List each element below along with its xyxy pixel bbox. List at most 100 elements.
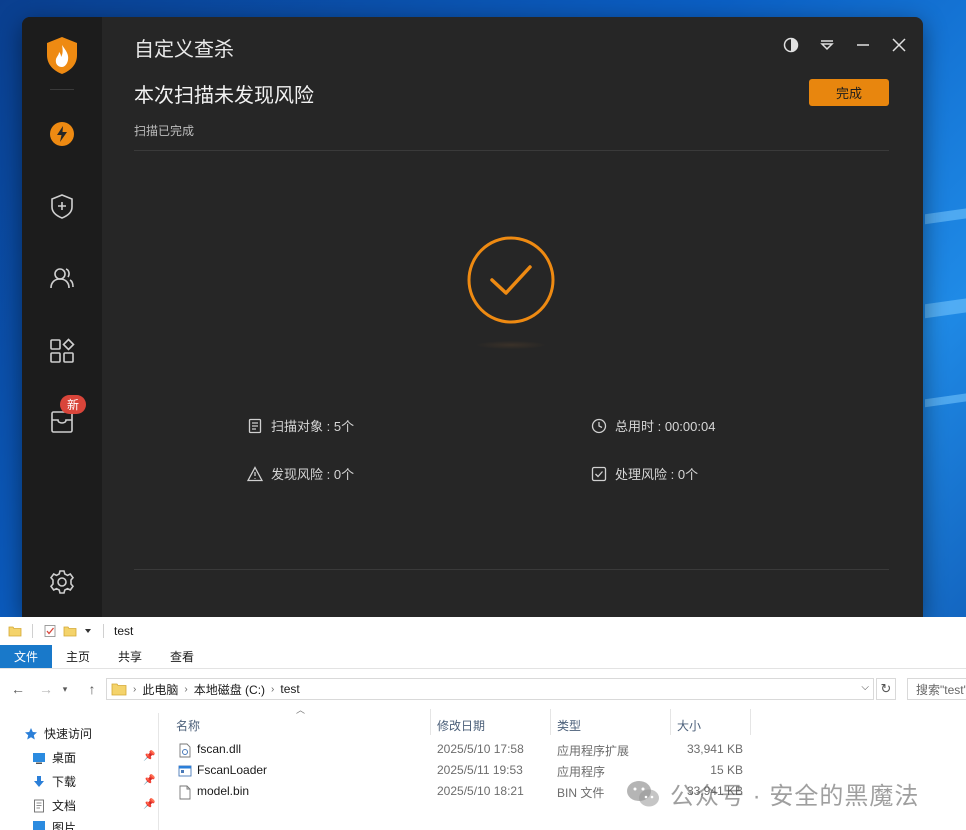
divider bbox=[134, 150, 889, 151]
clock-icon bbox=[591, 418, 607, 433]
tab-share[interactable]: 共享 bbox=[104, 645, 156, 668]
sidebar-item-accounts[interactable] bbox=[46, 262, 78, 294]
folder-icon bbox=[111, 683, 127, 696]
sort-caret-icon: ︿ bbox=[296, 705, 306, 715]
scan-status-text: 扫描已完成 bbox=[134, 124, 195, 138]
sidebar-item-protection[interactable] bbox=[46, 190, 78, 222]
desktop-icon bbox=[33, 752, 45, 764]
column-separator[interactable] bbox=[750, 709, 751, 735]
column-header-modified[interactable]: 修改日期 bbox=[437, 713, 485, 737]
file-row[interactable]: fscan.dll 2025/5/10 17:58 应用程序扩展 33,941 … bbox=[176, 740, 756, 761]
sidebar-divider bbox=[50, 89, 74, 90]
stat-scan-objects-text: 扫描对象 : 5个 bbox=[271, 419, 355, 434]
nav-label: 图片 bbox=[52, 821, 77, 830]
chevron-down-icon[interactable] bbox=[83, 624, 93, 638]
nav-documents[interactable]: 文档 bbox=[32, 797, 76, 814]
minimize-button[interactable] bbox=[853, 35, 873, 55]
picture-icon bbox=[33, 821, 45, 830]
file-modified: 2025/5/10 17:58 bbox=[437, 742, 524, 756]
success-check-icon bbox=[467, 236, 555, 324]
recent-locations-button[interactable]: ▾ bbox=[58, 677, 72, 701]
gear-icon bbox=[49, 570, 75, 594]
stat-risks-handled: 处理风险 : 0个 bbox=[591, 464, 698, 483]
nav-downloads[interactable]: 下载 bbox=[32, 773, 76, 790]
sidebar-item-tools[interactable] bbox=[46, 335, 78, 367]
breadcrumb-this-pc[interactable]: 此电脑 bbox=[142, 681, 178, 698]
nav-label: 桌面 bbox=[52, 751, 77, 765]
menu-icon bbox=[820, 40, 834, 51]
column-header-name[interactable]: 名称 bbox=[176, 713, 200, 737]
close-icon bbox=[892, 38, 906, 52]
sidebar-item-quick-scan[interactable] bbox=[46, 118, 78, 150]
dll-icon bbox=[179, 743, 191, 758]
column-separator[interactable] bbox=[550, 709, 551, 735]
stat-total-time-text: 总用时 : 00:00:04 bbox=[615, 419, 716, 434]
address-dropdown-icon[interactable]: ⌵ bbox=[861, 682, 869, 693]
column-separator[interactable] bbox=[430, 709, 431, 735]
file-type: BIN 文件 bbox=[557, 786, 605, 800]
nav-label: 文档 bbox=[52, 799, 77, 813]
lightning-icon bbox=[50, 122, 74, 146]
security-app-window: 新 自定义查杀 本次扫描未发现风险 扫描已完成 完成 扫描对象: 5个 总用时… bbox=[22, 17, 923, 617]
tab-home[interactable]: 主页 bbox=[52, 645, 104, 668]
column-header-type[interactable]: 类型 bbox=[557, 713, 581, 737]
column-header-size[interactable]: 大小 bbox=[677, 713, 701, 737]
apps-icon bbox=[50, 338, 75, 363]
nav-pictures[interactable]: 图片 bbox=[32, 819, 76, 830]
nav-label: 快速访问 bbox=[44, 727, 93, 741]
up-button[interactable]: ↑ bbox=[80, 677, 104, 701]
pane-splitter[interactable] bbox=[158, 713, 159, 830]
minimize-icon bbox=[857, 44, 869, 46]
file-name: fscan.dll bbox=[197, 742, 242, 756]
desktop-light-streak bbox=[925, 295, 966, 319]
pin-icon: 📌 bbox=[143, 751, 156, 762]
new-folder-icon[interactable] bbox=[63, 624, 77, 638]
back-button[interactable]: ← bbox=[6, 677, 30, 701]
theme-button[interactable] bbox=[781, 35, 801, 55]
breadcrumb-test[interactable]: test bbox=[280, 682, 299, 696]
address-field[interactable]: › 此电脑 › 本地磁盘 (C:) › test ⌵ bbox=[106, 678, 874, 700]
nav-quick-access[interactable]: 快速访问 bbox=[24, 725, 92, 742]
check-shadow bbox=[477, 341, 545, 349]
app-main: 自定义查杀 本次扫描未发现风险 扫描已完成 完成 扫描对象: 5个 总用时:… bbox=[102, 17, 923, 617]
pin-icon: 📌 bbox=[143, 799, 156, 810]
arrow-right-icon: → bbox=[39, 681, 53, 697]
ribbon-tabs: 文件 主页 共享 查看 bbox=[0, 645, 966, 669]
breadcrumb-local-disk[interactable]: 本地磁盘 (C:) bbox=[194, 681, 265, 698]
download-icon bbox=[34, 775, 44, 787]
users-icon bbox=[50, 268, 74, 289]
explorer-titlebar: test bbox=[0, 617, 966, 645]
nav-label: 下载 bbox=[52, 775, 77, 789]
breadcrumb-separator: › bbox=[133, 683, 137, 695]
breadcrumb-separator: › bbox=[271, 683, 275, 695]
nav-desktop[interactable]: 桌面 bbox=[32, 749, 76, 766]
divider bbox=[134, 569, 889, 570]
desktop-light-streak bbox=[925, 390, 966, 408]
properties-icon[interactable] bbox=[43, 624, 57, 638]
done-button[interactable]: 完成 bbox=[809, 79, 889, 106]
explorer-title: test bbox=[114, 624, 134, 638]
file-type: 应用程序扩展 bbox=[557, 744, 630, 758]
watermark-text: 公众号 · 安全的黑魔法 bbox=[670, 783, 920, 810]
file-size: 33,941 KB bbox=[686, 742, 743, 756]
sidebar-item-settings[interactable] bbox=[46, 566, 78, 598]
file-name: model.bin bbox=[197, 784, 250, 798]
column-separator[interactable] bbox=[670, 709, 671, 735]
search-input[interactable]: 搜索"test" bbox=[907, 678, 966, 700]
tab-view[interactable]: 查看 bbox=[156, 645, 208, 668]
window-controls bbox=[781, 35, 909, 55]
forward-button[interactable]: → bbox=[34, 677, 58, 701]
file-modified: 2025/5/11 19:53 bbox=[437, 763, 523, 777]
file-size: 15 KB bbox=[710, 763, 743, 777]
close-button[interactable] bbox=[889, 35, 909, 55]
exe-icon bbox=[178, 765, 192, 777]
stat-scan-objects: 扫描对象 : 5个 bbox=[247, 416, 354, 435]
refresh-button[interactable]: ↻ bbox=[876, 678, 896, 700]
new-badge: 新 bbox=[60, 395, 86, 414]
menu-button[interactable] bbox=[817, 35, 837, 55]
tab-file[interactable]: 文件 bbox=[0, 645, 53, 668]
stat-risks-found: 发现风险 : 0个 bbox=[247, 464, 354, 483]
folder-icon[interactable] bbox=[8, 624, 22, 638]
stat-risks-found-text: 发现风险 : 0个 bbox=[271, 467, 355, 482]
stat-risks-handled-text: 处理风险 : 0个 bbox=[615, 467, 699, 482]
